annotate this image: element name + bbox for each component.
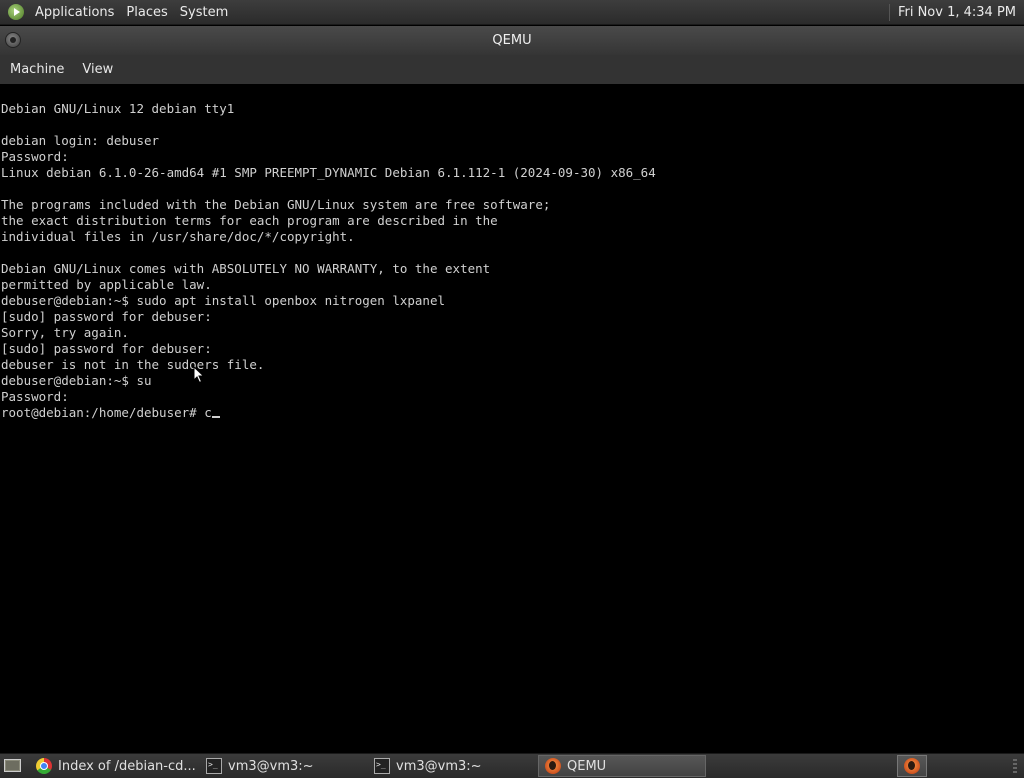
console-line: Debian GNU/Linux comes with ABSOLUTELY N… [1,261,491,276]
mouse-pointer-icon [193,366,205,384]
menu-view[interactable]: View [72,62,123,77]
task-qemu[interactable]: QEMU [538,755,706,777]
taskbar: Index of /debian-cd... vm3@vm3:~ vm3@vm3… [0,753,1024,778]
console-line: The programs included with the Debian GN… [1,197,551,212]
console-line: individual files in /usr/share/doc/*/cop… [1,229,355,244]
console-line: debuser@debian:~$ sudo apt install openb… [1,293,446,308]
console-line: the exact distribution terms for each pr… [1,213,498,228]
panel-separator [888,3,890,21]
root-prompt: root@debian:/home/debuser# c [1,405,212,420]
console-line: Password: [1,149,69,164]
window-title: QEMU [492,33,532,48]
console-line: [sudo] password for debuser: [1,341,212,356]
console-line: Password: [1,389,69,404]
browser-icon [36,758,52,774]
menu-applications[interactable]: Applications [29,0,120,24]
task-label: vm3@vm3:~ [228,758,314,774]
terminal-icon [374,758,390,774]
console-line: Debian GNU/Linux 12 debian tty1 [1,101,235,116]
vm-console[interactable]: Debian GNU/Linux 12 debian tty1 debian l… [0,84,1024,753]
task-terminal-1[interactable]: vm3@vm3:~ [200,755,368,777]
console-prompt-line: root@debian:/home/debuser# c [0,405,1024,421]
console-line: [sudo] password for debuser: [1,309,212,324]
console-line: Linux debian 6.1.0-26-amd64 #1 SMP PREEM… [1,165,656,180]
task-label: QEMU [567,758,607,774]
menubar: Machine View [0,55,1024,84]
window-titlebar[interactable]: QEMU [0,26,1024,55]
show-desktop-icon[interactable] [4,758,21,773]
clock[interactable]: Fri Nov 1, 4:34 PM [898,5,1024,20]
window-menu-icon[interactable] [5,32,21,48]
task-label: Index of /debian-cd... [58,758,196,774]
panel-grip-handle[interactable] [1013,759,1017,773]
menu-places[interactable]: Places [120,0,173,24]
console-line: Sorry, try again. [1,325,129,340]
top-panel: Applications Places System Fri Nov 1, 4:… [0,0,1024,25]
task-label: vm3@vm3:~ [396,758,482,774]
applications-logo-icon[interactable] [7,3,25,21]
console-line: permitted by applicable law. [1,277,212,292]
terminal-icon [206,758,222,774]
task-browser[interactable]: Index of /debian-cd... [30,755,198,777]
task-terminal-2[interactable]: vm3@vm3:~ [368,755,536,777]
tray-qemu-button[interactable] [897,755,927,777]
console-line: debuser@debian:~$ su [1,373,152,388]
menu-system[interactable]: System [174,0,234,24]
menu-machine[interactable]: Machine [0,62,72,77]
console-line: debuser is not in the sudoers file. [1,357,265,372]
top-menu: Applications Places System [0,0,234,24]
qemu-icon [545,758,561,774]
text-cursor [211,416,220,418]
qemu-icon [904,758,920,774]
top-right-area: Fri Nov 1, 4:34 PM [888,0,1024,24]
console-line: debian login: debuser [1,133,160,148]
